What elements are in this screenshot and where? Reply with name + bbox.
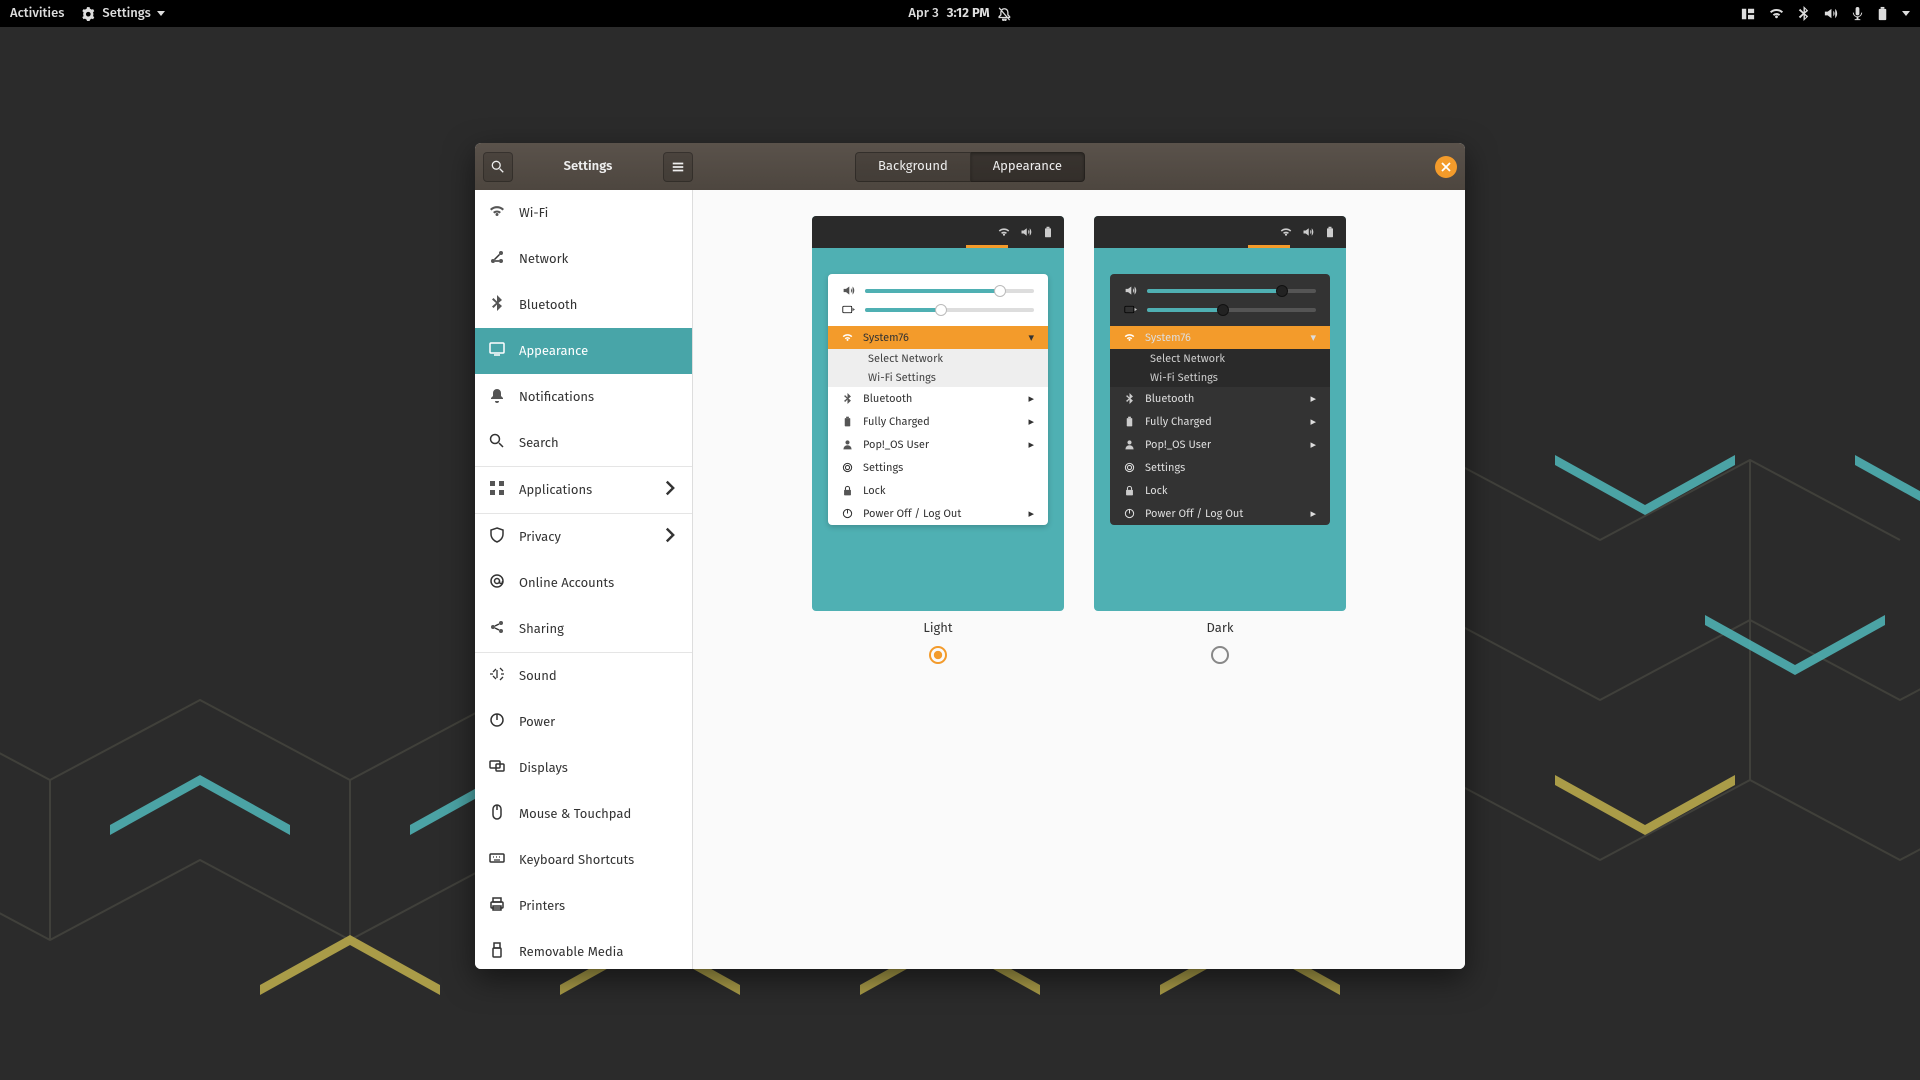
sidebar-item-network[interactable]: Network (475, 236, 692, 282)
sidebar-item-label: Sound (519, 669, 557, 684)
activities-button[interactable]: Activities (10, 6, 64, 21)
search-button[interactable] (483, 152, 513, 182)
sidebar-item-label: Online Accounts (519, 576, 614, 591)
sidebar-item-label: Keyboard Shortcuts (519, 853, 634, 868)
sidebar-item-label: Network (519, 252, 568, 267)
volume-icon[interactable] (1823, 6, 1838, 21)
shield-icon (489, 527, 505, 547)
power-icon (489, 712, 505, 732)
mouse-icon (489, 804, 505, 824)
chevron-right-icon (662, 527, 678, 547)
share-icon (489, 619, 505, 639)
battery-icon (1324, 226, 1336, 238)
bluetooth-icon[interactable] (1798, 6, 1809, 21)
tab-background[interactable]: Background (855, 152, 971, 182)
display-icon (489, 341, 505, 361)
sidebar-item-printers[interactable]: Printers (475, 883, 692, 929)
bt-icon (489, 295, 505, 315)
tile-icon[interactable] (1741, 7, 1755, 21)
sidebar-item-online-accounts[interactable]: Online Accounts (475, 560, 692, 606)
theme-preview-light[interactable]: System76▾ Select NetworkWi-Fi Settings B… (812, 216, 1064, 611)
at-icon (489, 573, 505, 593)
battery-icon (1042, 226, 1054, 238)
sidebar-item-removable[interactable]: Removable Media (475, 929, 692, 969)
close-button[interactable] (1435, 156, 1457, 178)
usb-icon (489, 942, 505, 962)
theme-preview-dark[interactable]: System76▾ Select NetworkWi-Fi Settings B… (1094, 216, 1346, 611)
sidebar-item-label: Displays (519, 761, 568, 776)
sound-icon (489, 666, 505, 686)
window-titlebar: Settings Background Appearance (475, 143, 1465, 190)
appearance-content: System76▾ Select NetworkWi-Fi Settings B… (693, 190, 1465, 969)
sidebar-item-keyboard[interactable]: Keyboard Shortcuts (475, 837, 692, 883)
mic-icon[interactable] (1852, 6, 1863, 21)
sidebar-item-wi-fi[interactable]: Wi-Fi (475, 190, 692, 236)
wifi-icon (998, 226, 1010, 238)
sidebar-item-power[interactable]: Power (475, 699, 692, 745)
bell-icon (489, 387, 505, 407)
notifications-muted-icon (998, 7, 1012, 21)
sidebar-item-bluetooth[interactable]: Bluetooth (475, 282, 692, 328)
tab-appearance[interactable]: Appearance (971, 152, 1085, 182)
app-menu[interactable]: Settings (82, 6, 164, 21)
sidebar-item-label: Privacy (519, 530, 561, 545)
sidebar-item-applications[interactable]: Applications (475, 467, 692, 513)
sidebar-item-mouse[interactable]: Mouse & Touchpad (475, 791, 692, 837)
volume-icon (1020, 226, 1032, 238)
sidebar-item-sound[interactable]: Sound (475, 653, 692, 699)
sidebar-item-label: Search (519, 436, 559, 451)
wifi-icon[interactable] (1769, 6, 1784, 21)
volume-icon (1302, 226, 1314, 238)
sidebar-item-label: Printers (519, 899, 565, 914)
sidebar-item-label: Bluetooth (519, 298, 577, 313)
sidebar-item-label: Mouse & Touchpad (519, 807, 631, 822)
sidebar-item-appearance[interactable]: Appearance (475, 328, 692, 374)
theme-option-light: System76▾ Select NetworkWi-Fi Settings B… (812, 216, 1064, 664)
network-icon (489, 249, 505, 269)
apps-icon (489, 480, 505, 500)
displays-icon (489, 758, 505, 778)
window-title: Settings (519, 159, 657, 174)
system-menu-chevron-icon[interactable] (1902, 11, 1910, 16)
sidebar-item-search[interactable]: Search (475, 420, 692, 466)
theme-label-dark: Dark (1207, 621, 1234, 636)
sidebar-item-label: Wi-Fi (519, 206, 548, 221)
sidebar-item-label: Power (519, 715, 555, 730)
gnome-top-bar: Activities Settings Apr 3 3:12 PM (0, 0, 1920, 27)
sidebar-item-label: Appearance (519, 344, 588, 359)
settings-sidebar: Wi-Fi Network Bluetooth Appearance Notificat… (475, 190, 693, 969)
theme-radio-light[interactable] (929, 646, 947, 664)
battery-icon[interactable] (1877, 6, 1888, 21)
hamburger-menu-button[interactable] (663, 152, 693, 182)
theme-radio-dark[interactable] (1211, 646, 1229, 664)
settings-window: Settings Background Appearance Wi-Fi Netw… (475, 143, 1465, 969)
clock[interactable]: Apr 3 3:12 PM (908, 6, 1011, 21)
sidebar-item-label: Sharing (519, 622, 564, 637)
sidebar-item-displays[interactable]: Displays (475, 745, 692, 791)
sidebar-item-label: Applications (519, 483, 592, 498)
sidebar-item-sharing[interactable]: Sharing (475, 606, 692, 652)
sidebar-item-label: Notifications (519, 390, 594, 405)
kbd-icon (489, 850, 505, 870)
sidebar-item-privacy[interactable]: Privacy (475, 514, 692, 560)
search-icon (489, 433, 505, 453)
theme-option-dark: System76▾ Select NetworkWi-Fi Settings B… (1094, 216, 1346, 664)
chevron-right-icon (662, 480, 678, 500)
view-switcher: Background Appearance (855, 152, 1085, 182)
sidebar-item-label: Removable Media (519, 945, 623, 960)
printer-icon (489, 896, 505, 916)
theme-label-light: Light (923, 621, 952, 636)
wifi-icon (489, 203, 505, 223)
wifi-icon (1280, 226, 1292, 238)
sidebar-item-notifications[interactable]: Notifications (475, 374, 692, 420)
